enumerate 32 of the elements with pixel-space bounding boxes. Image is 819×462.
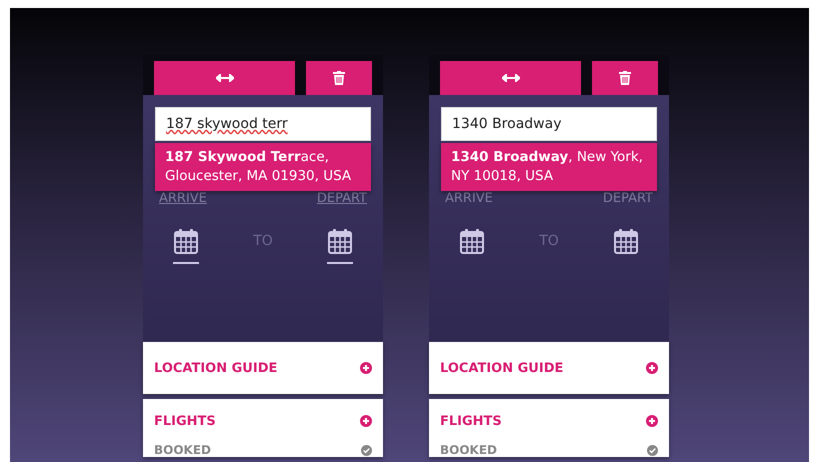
booking-status: BOOKED xyxy=(440,443,498,457)
plus-circle-icon[interactable] xyxy=(360,415,372,427)
to-label: TO xyxy=(539,233,559,249)
delete-button[interactable] xyxy=(306,61,372,95)
section-title[interactable]: FLIGHTS xyxy=(440,414,502,428)
plus-circle-icon[interactable] xyxy=(646,362,658,374)
depart-label[interactable]: DEPART xyxy=(316,191,367,206)
trash-icon xyxy=(333,71,345,85)
double-arrow-icon xyxy=(216,74,234,82)
plus-circle-icon[interactable] xyxy=(646,415,658,427)
section-title[interactable]: LOCATION GUIDE xyxy=(154,360,278,376)
date-underline xyxy=(173,262,199,264)
trash-icon xyxy=(619,71,631,85)
to-label: TO xyxy=(253,233,273,249)
booking-status: BOOKED xyxy=(154,443,212,457)
arrive-label[interactable]: ARRIVE xyxy=(159,191,207,206)
plus-circle-icon[interactable] xyxy=(360,362,372,374)
calendar-icon[interactable] xyxy=(174,228,198,254)
address-input[interactable]: 187 skywood terr xyxy=(155,107,371,141)
section-title[interactable]: FLIGHTS xyxy=(154,414,216,428)
calendar-icon[interactable] xyxy=(328,228,352,254)
calendar-icon[interactable] xyxy=(460,228,484,254)
section-title[interactable]: LOCATION GUIDE xyxy=(440,360,564,376)
date-underline xyxy=(326,262,353,264)
arrive-label[interactable]: ARRIVE xyxy=(445,191,493,206)
address-input[interactable]: 1340 Broadway xyxy=(441,107,657,141)
address-suggestion[interactable]: 1340 Broadway, New York, NY 10018, USA xyxy=(441,143,657,191)
double-arrow-icon xyxy=(502,74,520,82)
address-suggestion[interactable]: 187 Skywood Terrace, Gloucester, MA 01930, USA xyxy=(155,143,371,191)
depart-label[interactable]: DEPART xyxy=(602,191,653,206)
calendar-icon[interactable] xyxy=(614,228,638,254)
delete-button[interactable] xyxy=(592,61,658,95)
